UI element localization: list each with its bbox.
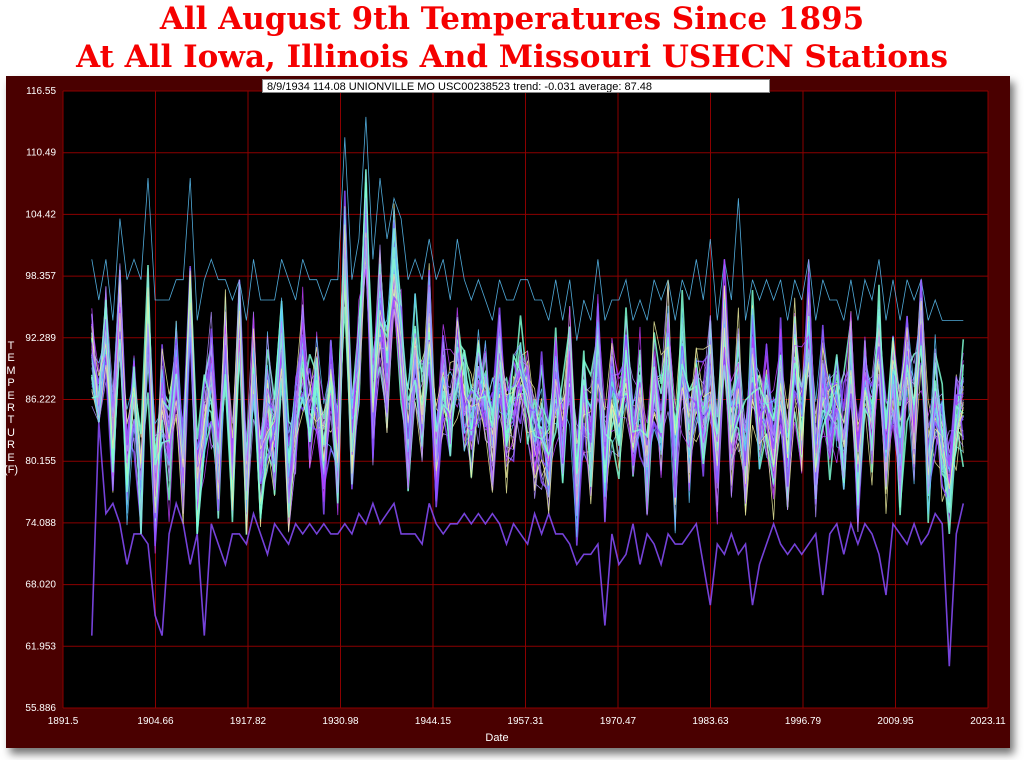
- y-axis-label-char: R: [7, 439, 15, 452]
- y-tick-label: 92.289: [25, 333, 56, 344]
- y-tick-label: 86.222: [25, 395, 56, 406]
- x-tick-label: 1944.15: [415, 716, 452, 727]
- y-tick-label: 104.42: [25, 209, 56, 220]
- y-axis-label-char: E: [7, 389, 15, 402]
- y-tick-label: 110.49: [26, 148, 56, 159]
- x-tick-label: 2023.11: [970, 716, 1006, 727]
- x-tick-label: 1891.5: [48, 716, 79, 727]
- x-tick-label: 1957.31: [507, 716, 544, 727]
- y-axis-label-char: E: [7, 451, 15, 464]
- y-axis-ticks: 116.55 110.49 104.42 98.357 92.289 86.222 80.1…: [25, 86, 56, 714]
- x-axis-label: Date: [485, 732, 508, 744]
- y-tick-label: 55.886: [25, 703, 56, 714]
- y-axis-label-char: T: [7, 414, 15, 427]
- y-tick-label: 116.55: [26, 86, 56, 97]
- y-axis-label-char: P: [7, 377, 15, 390]
- y-tick-label: 74.088: [25, 518, 56, 529]
- y-axis-label-char: (F): [4, 464, 19, 477]
- x-tick-label: 1904.66: [137, 716, 174, 727]
- y-axis-label-char: E: [7, 352, 15, 365]
- chart-plot[interactable]: 116.55 110.49 104.42 98.357 92.289 86.222 80.1…: [0, 0, 1024, 760]
- y-axis-label-char: U: [7, 426, 15, 439]
- y-tick-label: 68.020: [25, 580, 56, 591]
- x-tick-label: 1970.47: [600, 716, 637, 727]
- x-tick-label: 2009.95: [877, 716, 914, 727]
- y-axis-label: T E M P E R T U R E (F): [4, 340, 18, 476]
- y-tick-label: 61.953: [25, 641, 56, 652]
- y-axis-label-char: T: [7, 340, 15, 352]
- y-tick-label: 98.357: [25, 271, 56, 282]
- x-tick-label: 1983.63: [692, 716, 729, 727]
- y-axis-label-char: R: [7, 402, 15, 415]
- x-tick-label: 1917.82: [230, 716, 267, 727]
- x-axis-ticks: 1891.5 1904.66 1917.82 1930.98 1944.15 1957.3…: [48, 716, 1006, 727]
- x-tick-label: 1930.98: [322, 716, 359, 727]
- y-axis-label-char: M: [6, 364, 16, 377]
- hover-readout: 8/9/1934 114.08 UNIONVILLE MO USC0023852…: [262, 79, 770, 93]
- x-tick-label: 1996.79: [785, 716, 822, 727]
- y-tick-label: 80.155: [25, 456, 56, 467]
